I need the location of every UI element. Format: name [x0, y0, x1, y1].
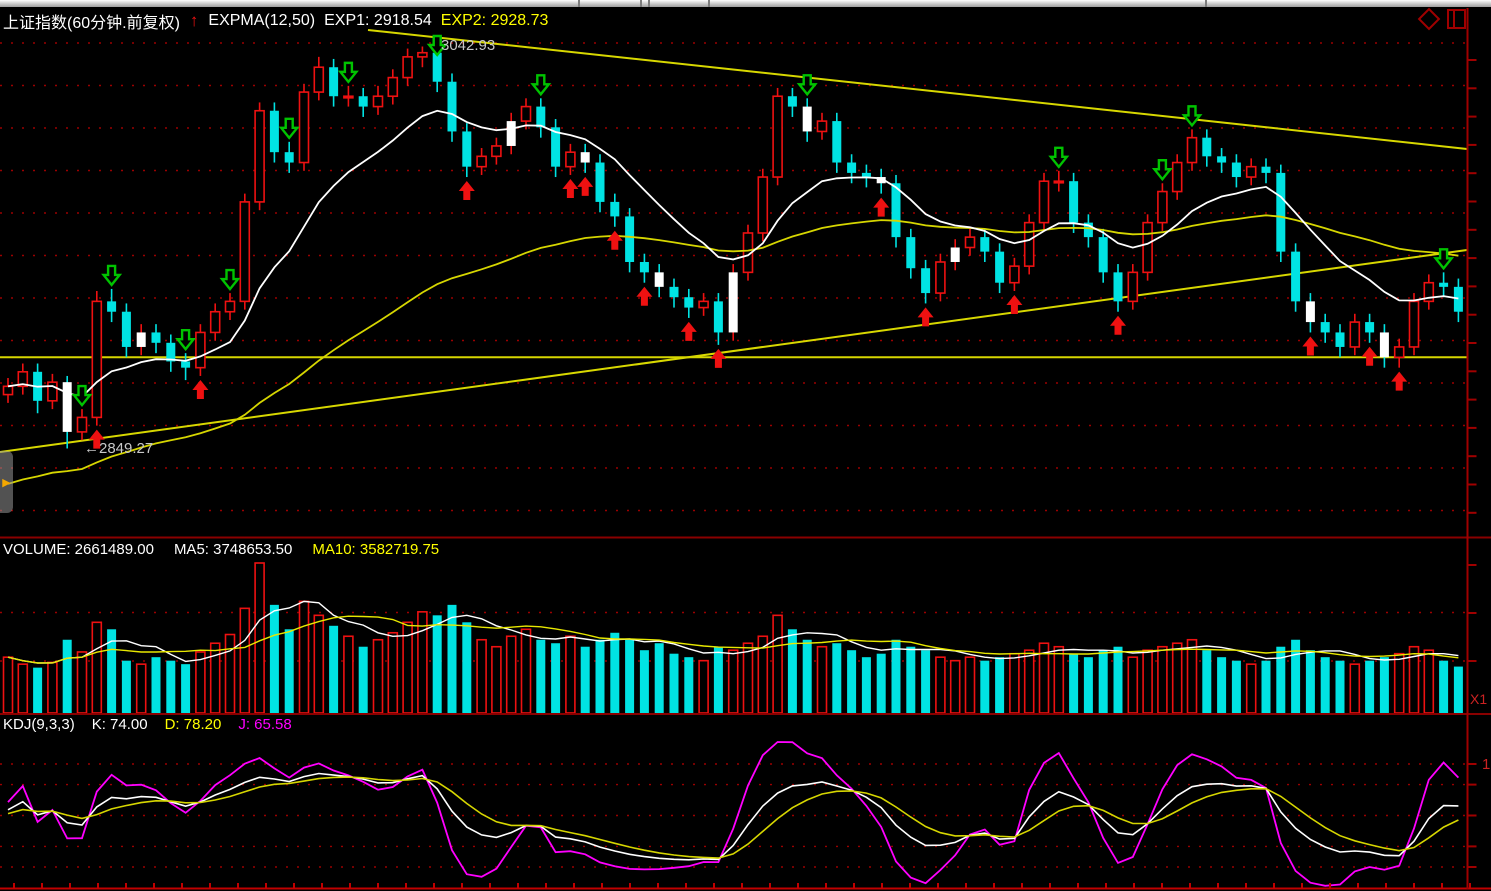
- kdj-d-value: D: 78.20: [165, 716, 222, 734]
- main-chart-header: 上证指数(60分钟.前复权) ↑ EXPMA(12,50) EXP1: 2918…: [3, 9, 548, 33]
- stock-chart-window: 上证指数(60分钟.前复权) ↑ EXPMA(12,50) EXP1: 2918…: [0, 0, 1491, 891]
- volume-ma5-value: MA5: 3748653.50: [174, 541, 292, 559]
- chart-canvas[interactable]: [0, 0, 1491, 891]
- kdj-name[interactable]: KDJ(9,3,3): [3, 716, 75, 734]
- indicator-name[interactable]: EXPMA(12,50): [208, 12, 315, 30]
- kdj-j-value: J: 65.58: [238, 716, 291, 734]
- expand-triangle-icon: ▶: [2, 476, 10, 489]
- volume-value: VOLUME: 2661489.00: [3, 541, 154, 559]
- left-panel-expand-handle[interactable]: ▶: [0, 451, 13, 513]
- kdj-pane-header: KDJ(9,3,3) K: 74.00 D: 78.20 J: 65.58: [3, 716, 292, 734]
- strip-divider: [708, 0, 710, 7]
- marked-low-price-label: ←2849.27: [84, 440, 153, 458]
- volume-ma10-value: MA10: 3582719.75: [312, 541, 439, 559]
- kdj-axis-top-label: 1: [1482, 756, 1490, 774]
- page-title: 上证指数(60分钟.前复权): [3, 9, 180, 33]
- split-window-icon[interactable]: [1447, 9, 1466, 29]
- exp1-value: EXP1: 2918.54: [324, 12, 432, 30]
- exp2-value: EXP2: 2928.73: [441, 12, 549, 30]
- strip-divider: [640, 0, 642, 7]
- strip-divider: [578, 0, 580, 7]
- marked-high-price-label: 3042.93: [441, 37, 495, 55]
- strip-divider: [1205, 0, 1207, 7]
- left-arrow-icon: ←: [84, 440, 99, 457]
- volume-pane-header: VOLUME: 2661489.00 MA5: 3748653.50 MA10:…: [3, 541, 439, 559]
- window-top-strip: [0, 0, 1491, 7]
- volume-axis-multiplier-label: X1: [1470, 690, 1487, 708]
- up-arrow-icon: ↑: [190, 11, 199, 31]
- kdj-k-value: K: 74.00: [92, 716, 148, 734]
- strip-divider: [648, 0, 650, 7]
